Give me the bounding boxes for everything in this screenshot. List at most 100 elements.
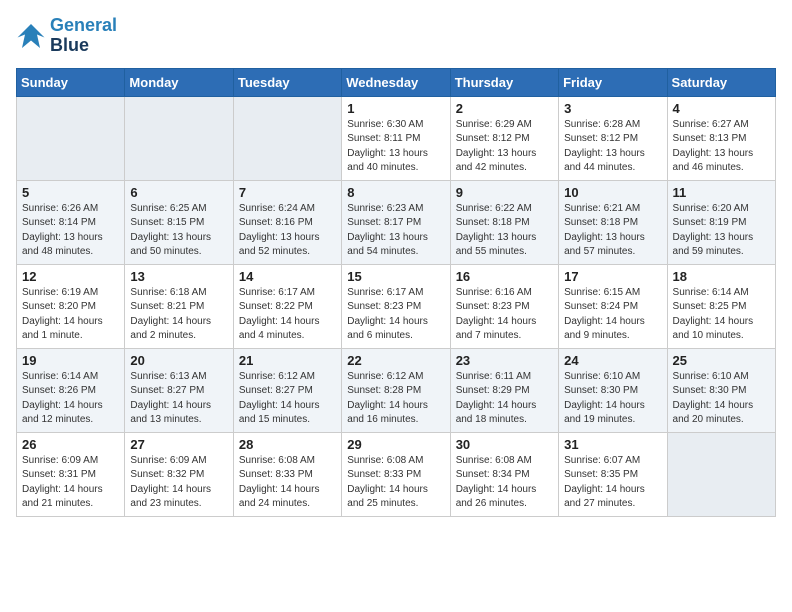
calendar-cell <box>17 96 125 180</box>
calendar-cell: 30 Sunrise: 6:08 AM Sunset: 8:34 PM Dayli… <box>450 432 558 516</box>
calendar-week-row: 5 Sunrise: 6:26 AM Sunset: 8:14 PM Daylig… <box>17 180 776 264</box>
day-info: Sunrise: 6:08 AM Sunset: 8:34 PM Dayligh… <box>456 454 553 512</box>
calendar-cell: 9 Sunrise: 6:22 AM Sunset: 8:18 PM Daylig… <box>450 180 558 264</box>
day-info: Sunrise: 6:07 AM Sunset: 8:35 PM Dayligh… <box>564 454 661 512</box>
day-info: Sunrise: 6:20 AM Sunset: 8:19 PM Dayligh… <box>673 202 770 260</box>
day-info: Sunrise: 6:12 AM Sunset: 8:27 PM Dayligh… <box>239 370 336 428</box>
day-info: Sunrise: 6:09 AM Sunset: 8:32 PM Dayligh… <box>130 454 227 512</box>
day-number: 23 <box>456 353 553 368</box>
day-info: Sunrise: 6:08 AM Sunset: 8:33 PM Dayligh… <box>239 454 336 512</box>
calendar-cell <box>667 432 775 516</box>
day-info: Sunrise: 6:27 AM Sunset: 8:13 PM Dayligh… <box>673 118 770 176</box>
calendar-cell: 17 Sunrise: 6:15 AM Sunset: 8:24 PM Dayli… <box>559 264 667 348</box>
weekday-header-tuesday: Tuesday <box>233 68 341 96</box>
day-number: 17 <box>564 269 661 284</box>
day-number: 31 <box>564 437 661 452</box>
day-info: Sunrise: 6:26 AM Sunset: 8:14 PM Dayligh… <box>22 202 119 260</box>
day-number: 14 <box>239 269 336 284</box>
calendar-cell: 16Sunrise: 6:16 AM Sunset: 8:23 PM Dayli… <box>450 264 558 348</box>
calendar-cell: 27 Sunrise: 6:09 AM Sunset: 8:32 PM Dayli… <box>125 432 233 516</box>
calendar-cell: 23 Sunrise: 6:11 AM Sunset: 8:29 PM Dayli… <box>450 348 558 432</box>
calendar-cell: 12 Sunrise: 6:19 AM Sunset: 8:20 PM Dayli… <box>17 264 125 348</box>
day-info: Sunrise: 6:30 AM Sunset: 8:11 PM Dayligh… <box>347 118 444 176</box>
day-number: 12 <box>22 269 119 284</box>
calendar-cell: 22 Sunrise: 6:12 AM Sunset: 8:28 PM Dayli… <box>342 348 450 432</box>
calendar-week-row: 19 Sunrise: 6:14 AM Sunset: 8:26 PM Dayli… <box>17 348 776 432</box>
day-number: 27 <box>130 437 227 452</box>
calendar-cell <box>233 96 341 180</box>
weekday-header-sunday: Sunday <box>17 68 125 96</box>
day-info: Sunrise: 6:14 AM Sunset: 8:26 PM Dayligh… <box>22 370 119 428</box>
weekday-header-friday: Friday <box>559 68 667 96</box>
calendar-cell: 4 Sunrise: 6:27 AM Sunset: 8:13 PM Daylig… <box>667 96 775 180</box>
day-number: 19 <box>22 353 119 368</box>
day-info: Sunrise: 6:12 AM Sunset: 8:28 PM Dayligh… <box>347 370 444 428</box>
calendar-cell: 6Sunrise: 6:25 AM Sunset: 8:15 PM Daylig… <box>125 180 233 264</box>
day-number: 3 <box>564 101 661 116</box>
calendar-cell: 21 Sunrise: 6:12 AM Sunset: 8:27 PM Dayli… <box>233 348 341 432</box>
calendar-cell: 29Sunrise: 6:08 AM Sunset: 8:33 PM Dayli… <box>342 432 450 516</box>
day-number: 15 <box>347 269 444 284</box>
day-info: Sunrise: 6:18 AM Sunset: 8:21 PM Dayligh… <box>130 286 227 344</box>
day-info: Sunrise: 6:17 AM Sunset: 8:23 PM Dayligh… <box>347 286 444 344</box>
calendar-cell: 19 Sunrise: 6:14 AM Sunset: 8:26 PM Dayli… <box>17 348 125 432</box>
calendar-cell: 7Sunrise: 6:24 AM Sunset: 8:16 PM Daylig… <box>233 180 341 264</box>
day-number: 4 <box>673 101 770 116</box>
day-info: Sunrise: 6:11 AM Sunset: 8:29 PM Dayligh… <box>456 370 553 428</box>
day-info: Sunrise: 6:09 AM Sunset: 8:31 PM Dayligh… <box>22 454 119 512</box>
day-number: 22 <box>347 353 444 368</box>
calendar-cell: 28Sunrise: 6:08 AM Sunset: 8:33 PM Dayli… <box>233 432 341 516</box>
day-number: 25 <box>673 353 770 368</box>
calendar-cell: 1 Sunrise: 6:30 AM Sunset: 8:11 PM Daylig… <box>342 96 450 180</box>
day-number: 9 <box>456 185 553 200</box>
day-number: 30 <box>456 437 553 452</box>
day-number: 1 <box>347 101 444 116</box>
calendar-cell: 8 Sunrise: 6:23 AM Sunset: 8:17 PM Daylig… <box>342 180 450 264</box>
calendar-week-row: 26 Sunrise: 6:09 AM Sunset: 8:31 PM Dayli… <box>17 432 776 516</box>
day-number: 13 <box>130 269 227 284</box>
calendar-cell: 24Sunrise: 6:10 AM Sunset: 8:30 PM Dayli… <box>559 348 667 432</box>
day-info: Sunrise: 6:10 AM Sunset: 8:30 PM Dayligh… <box>673 370 770 428</box>
calendar-week-row: 12 Sunrise: 6:19 AM Sunset: 8:20 PM Dayli… <box>17 264 776 348</box>
day-number: 26 <box>22 437 119 452</box>
weekday-header-row: SundayMondayTuesdayWednesdayThursdayFrid… <box>17 68 776 96</box>
day-info: Sunrise: 6:19 AM Sunset: 8:20 PM Dayligh… <box>22 286 119 344</box>
day-number: 7 <box>239 185 336 200</box>
calendar-cell: 10Sunrise: 6:21 AM Sunset: 8:18 PM Dayli… <box>559 180 667 264</box>
day-number: 24 <box>564 353 661 368</box>
calendar-cell: 13 Sunrise: 6:18 AM Sunset: 8:21 PM Dayli… <box>125 264 233 348</box>
calendar-cell: 18Sunrise: 6:14 AM Sunset: 8:25 PM Dayli… <box>667 264 775 348</box>
calendar-cell: 11Sunrise: 6:20 AM Sunset: 8:19 PM Dayli… <box>667 180 775 264</box>
day-number: 21 <box>239 353 336 368</box>
calendar-table: SundayMondayTuesdayWednesdayThursdayFrid… <box>16 68 776 517</box>
calendar-cell: 3 Sunrise: 6:28 AM Sunset: 8:12 PM Daylig… <box>559 96 667 180</box>
logo-text: General Blue <box>50 16 117 56</box>
day-number: 2 <box>456 101 553 116</box>
page-header: General Blue <box>16 16 776 56</box>
day-info: Sunrise: 6:25 AM Sunset: 8:15 PM Dayligh… <box>130 202 227 260</box>
day-info: Sunrise: 6:23 AM Sunset: 8:17 PM Dayligh… <box>347 202 444 260</box>
calendar-cell: 31 Sunrise: 6:07 AM Sunset: 8:35 PM Dayli… <box>559 432 667 516</box>
calendar-cell: 5 Sunrise: 6:26 AM Sunset: 8:14 PM Daylig… <box>17 180 125 264</box>
logo: General Blue <box>16 16 117 56</box>
calendar-cell: 20Sunrise: 6:13 AM Sunset: 8:27 PM Dayli… <box>125 348 233 432</box>
calendar-cell: 15 Sunrise: 6:17 AM Sunset: 8:23 PM Dayli… <box>342 264 450 348</box>
day-info: Sunrise: 6:22 AM Sunset: 8:18 PM Dayligh… <box>456 202 553 260</box>
day-number: 18 <box>673 269 770 284</box>
weekday-header-saturday: Saturday <box>667 68 775 96</box>
calendar-cell: 2Sunrise: 6:29 AM Sunset: 8:12 PM Daylig… <box>450 96 558 180</box>
day-number: 29 <box>347 437 444 452</box>
day-info: Sunrise: 6:28 AM Sunset: 8:12 PM Dayligh… <box>564 118 661 176</box>
day-info: Sunrise: 6:15 AM Sunset: 8:24 PM Dayligh… <box>564 286 661 344</box>
calendar-cell: 14 Sunrise: 6:17 AM Sunset: 8:22 PM Dayli… <box>233 264 341 348</box>
calendar-cell: 26 Sunrise: 6:09 AM Sunset: 8:31 PM Dayli… <box>17 432 125 516</box>
calendar-week-row: 1 Sunrise: 6:30 AM Sunset: 8:11 PM Daylig… <box>17 96 776 180</box>
day-number: 5 <box>22 185 119 200</box>
calendar-cell: 25 Sunrise: 6:10 AM Sunset: 8:30 PM Dayli… <box>667 348 775 432</box>
day-info: Sunrise: 6:13 AM Sunset: 8:27 PM Dayligh… <box>130 370 227 428</box>
day-info: Sunrise: 6:17 AM Sunset: 8:22 PM Dayligh… <box>239 286 336 344</box>
day-number: 8 <box>347 185 444 200</box>
day-number: 16 <box>456 269 553 284</box>
calendar-cell <box>125 96 233 180</box>
weekday-header-thursday: Thursday <box>450 68 558 96</box>
